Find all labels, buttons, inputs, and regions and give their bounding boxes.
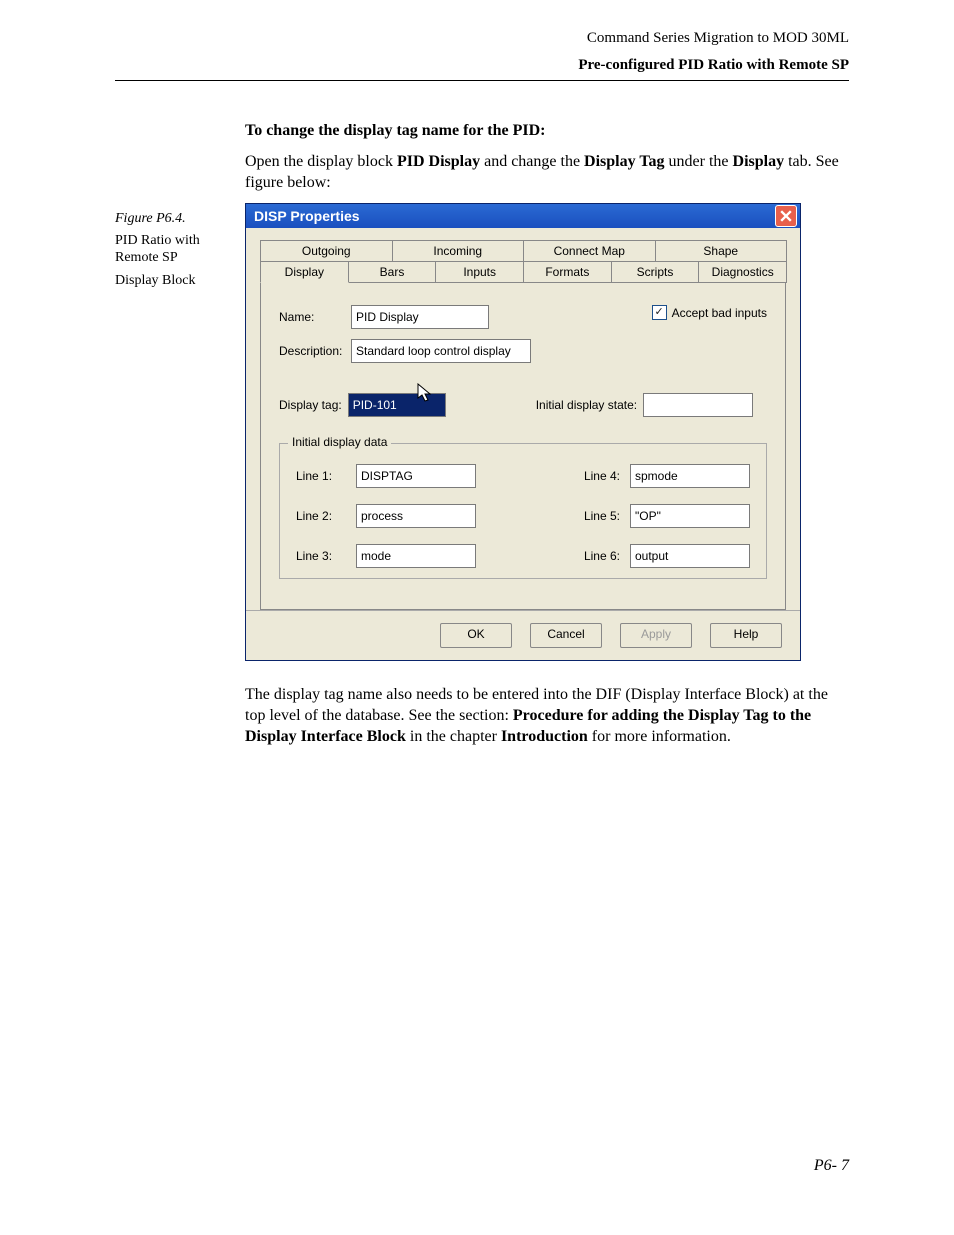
running-header: Command Series Migration to MOD 30ML (115, 30, 849, 47)
cursor-icon (417, 383, 435, 405)
close-icon[interactable] (775, 205, 797, 227)
titlebar[interactable]: DISP Properties (246, 204, 800, 228)
accept-bad-inputs-label: Accept bad inputs (672, 306, 767, 320)
line6-label: Line 6: (584, 549, 620, 563)
header-rule (115, 80, 849, 81)
line1-field[interactable] (356, 464, 476, 488)
figure-caption-line: PID Ratio with Remote SP (115, 233, 245, 267)
line4-field[interactable] (630, 464, 750, 488)
tab-diagnostics[interactable]: Diagnostics (698, 261, 787, 283)
window-title: DISP Properties (254, 208, 360, 224)
tab-outgoing[interactable]: Outgoing (260, 240, 393, 261)
cancel-button[interactable]: Cancel (530, 623, 602, 648)
page-number: P6- 7 (814, 1157, 849, 1175)
dialog-button-row: OK Cancel Apply Help (246, 610, 800, 660)
line6-field[interactable] (630, 544, 750, 568)
followup-paragraph: The display tag name also needs to be en… (245, 685, 849, 747)
disp-properties-dialog: DISP Properties Outgoing Incoming Connec… (245, 203, 801, 661)
description-field[interactable] (351, 339, 531, 363)
line5-field[interactable] (630, 504, 750, 528)
line3-label: Line 3: (296, 549, 346, 563)
tab-formats[interactable]: Formats (523, 261, 612, 283)
figure-caption-column: Figure P6.4. PID Ratio with Remote SP Di… (115, 121, 245, 295)
apply-button[interactable]: Apply (620, 623, 692, 648)
figure-caption-line: Display Block (115, 273, 245, 290)
tab-display[interactable]: Display (260, 261, 349, 283)
figure-number: Figure P6.4. (115, 211, 245, 227)
tab-inputs[interactable]: Inputs (435, 261, 524, 283)
section-header: Pre-configured PID Ratio with Remote SP (115, 57, 849, 74)
display-tag-label: Display tag: (279, 398, 342, 412)
tab-shape[interactable]: Shape (655, 240, 788, 261)
line2-field[interactable] (356, 504, 476, 528)
ok-button[interactable]: OK (440, 623, 512, 648)
tab-panel-display: Name: ✓ Accept bad inputs Description: (260, 282, 786, 610)
line5-label: Line 5: (584, 509, 620, 523)
tab-row-back: Outgoing Incoming Connect Map Shape (260, 240, 786, 261)
tab-bars[interactable]: Bars (348, 261, 437, 283)
instruction-paragraph: Open the display block PID Display and c… (245, 152, 849, 194)
line3-field[interactable] (356, 544, 476, 568)
line4-label: Line 4: (584, 469, 620, 483)
initial-display-state-field[interactable] (643, 393, 753, 417)
accept-bad-inputs-checkbox[interactable]: ✓ Accept bad inputs (652, 305, 767, 320)
initial-display-state-label: Initial display state: (536, 398, 637, 412)
tab-connect-map[interactable]: Connect Map (523, 240, 656, 261)
topic-heading: To change the display tag name for the P… (245, 121, 849, 142)
group-legend: Initial display data (288, 435, 391, 449)
help-button[interactable]: Help (710, 623, 782, 648)
checkmark-icon: ✓ (652, 305, 667, 320)
tab-scripts[interactable]: Scripts (611, 261, 700, 283)
tab-incoming[interactable]: Incoming (392, 240, 525, 261)
line1-label: Line 1: (296, 469, 346, 483)
line2-label: Line 2: (296, 509, 346, 523)
initial-display-data-group: Initial display data Line 1: Line 4: Lin… (279, 443, 767, 579)
name-label: Name: (279, 310, 351, 324)
description-label: Description: (279, 344, 351, 358)
name-field[interactable] (351, 305, 489, 329)
tab-row-front: Display Bars Inputs Formats Scripts Diag… (260, 261, 786, 283)
